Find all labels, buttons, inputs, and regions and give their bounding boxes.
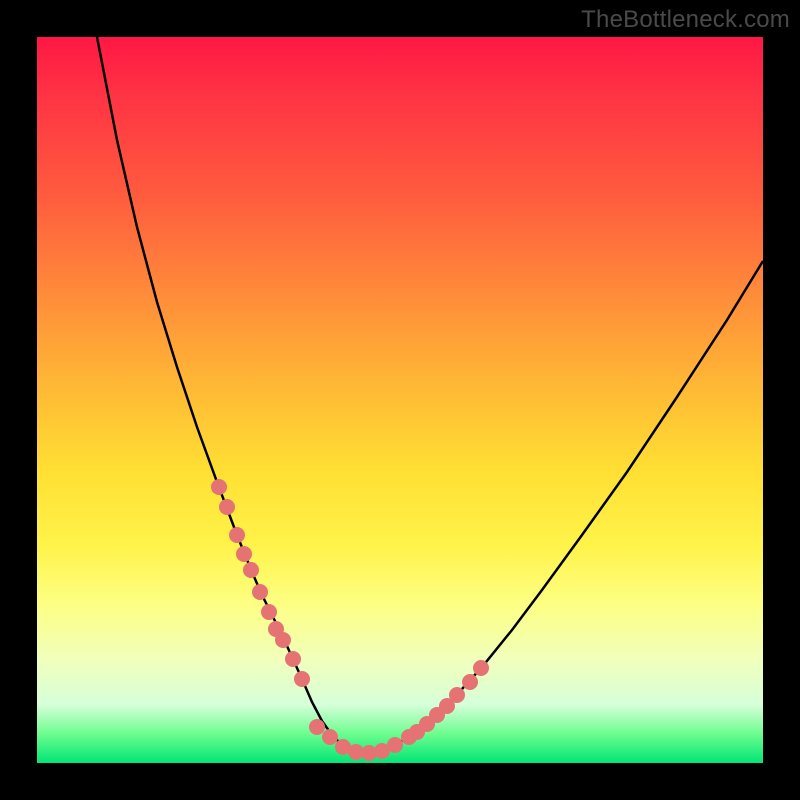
highlight-dot: [449, 687, 465, 703]
highlight-dot: [294, 671, 310, 687]
chart-container: TheBottleneck.com: [0, 0, 800, 800]
main-curve: [97, 37, 763, 753]
highlight-dot: [219, 499, 235, 515]
highlight-dot: [243, 562, 259, 578]
highlight-dot: [211, 479, 227, 495]
watermark-label: TheBottleneck.com: [581, 6, 790, 34]
highlight-dot: [473, 660, 489, 676]
highlight-points-left: [211, 479, 310, 687]
highlight-dot: [229, 527, 245, 543]
highlight-dot: [285, 651, 301, 667]
highlight-dot: [275, 632, 291, 648]
highlight-points-right: [387, 660, 489, 753]
highlight-dot: [261, 604, 277, 620]
plot-area: [37, 37, 763, 763]
curve-svg: [37, 37, 763, 763]
highlight-dot: [322, 729, 338, 745]
highlight-dot: [236, 546, 252, 562]
highlight-points-bottom: [309, 719, 390, 761]
highlight-dot: [462, 674, 478, 690]
highlight-dot: [309, 719, 325, 735]
highlight-dot: [252, 584, 268, 600]
highlight-dot: [387, 737, 403, 753]
